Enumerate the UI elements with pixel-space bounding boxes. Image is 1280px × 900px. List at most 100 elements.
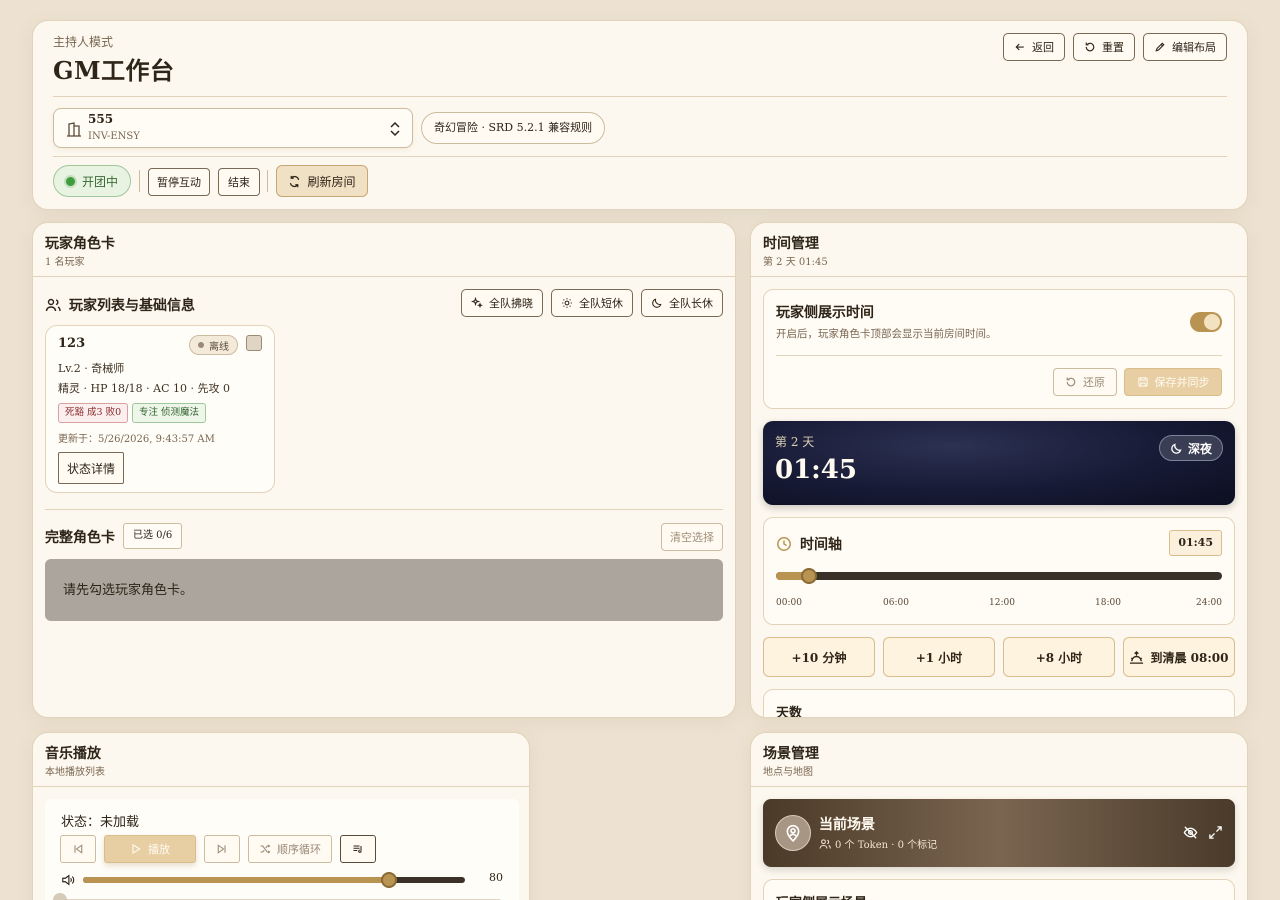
- back-button[interactable]: 返回: [1003, 33, 1065, 61]
- current-scene-title: 当前场景: [819, 817, 875, 833]
- music-panel: 音乐播放 本地播放列表 状态：未加载 播放 顺序循环 80: [32, 732, 530, 900]
- display-time-desc: 开启后，玩家角色卡顶部会显示当前房间时间。: [776, 328, 997, 340]
- header-divider: [53, 96, 1227, 97]
- timeline-tick: 06:00: [883, 598, 909, 608]
- music-subtitle: 本地播放列表: [45, 767, 105, 778]
- end-button[interactable]: 结束: [218, 168, 260, 196]
- selected-count-badge: 已选 0/6: [123, 523, 183, 549]
- shuffle-icon: [260, 844, 271, 854]
- status-label: 开团中: [82, 174, 119, 189]
- concentration-tag: 专注 侦测魔法: [132, 403, 207, 423]
- save-sync-button[interactable]: 保存并同步: [1124, 368, 1222, 396]
- volume-slider[interactable]: [83, 872, 465, 888]
- reset-label: 重置: [1102, 41, 1124, 54]
- timeline-tick: 24:00: [1196, 598, 1222, 608]
- time-panel: 时间管理 第 2 天 01:45 玩家侧展示时间 开启后，玩家角色卡顶部会显示当…: [750, 222, 1248, 718]
- sunrise-icon: [1130, 650, 1144, 664]
- display-time-title: 玩家侧展示时间: [776, 305, 874, 321]
- room-select[interactable]: 555 INV-ENSY: [53, 108, 413, 148]
- panel-divider: [33, 786, 529, 787]
- timeline-label: 时间轴: [800, 537, 842, 553]
- scenes-subtitle: 地点与地图: [763, 767, 813, 778]
- current-scene-card[interactable]: 当前场景 0 个 Token · 0 个标记: [763, 799, 1235, 867]
- days-card: 天数: [763, 689, 1235, 717]
- player-level-class: Lv.2 · 奇械师: [58, 362, 125, 375]
- mode-label: 主持人模式: [53, 35, 114, 49]
- to-dawn-button[interactable]: 到清晨 08:00: [1123, 637, 1235, 677]
- player-list-label: 玩家列表与基础信息: [69, 298, 195, 314]
- section-divider: [45, 509, 723, 510]
- previous-track-button[interactable]: [60, 835, 96, 863]
- pause-button[interactable]: 暂停互动: [148, 168, 210, 196]
- music-player: 状态：未加载 播放 顺序循环 80: [45, 799, 519, 900]
- player-name: 123: [58, 336, 86, 351]
- clear-selection-button[interactable]: 清空选择: [661, 523, 723, 551]
- playback-thumb[interactable]: [53, 893, 67, 900]
- play-label: 播放: [148, 843, 170, 856]
- rotate-ccw-icon: [1066, 377, 1076, 387]
- scene-meta: 0 个 Token · 0 个标记: [819, 836, 937, 851]
- play-button[interactable]: 播放: [104, 835, 196, 863]
- back-label: 返回: [1032, 41, 1054, 54]
- add-8-hours-button[interactable]: +8 小时: [1003, 637, 1115, 677]
- playlist-button[interactable]: [340, 835, 376, 863]
- full-sheet-title: 完整角色卡: [45, 530, 115, 546]
- arrow-left-icon: [1015, 43, 1024, 51]
- edit-layout-button[interactable]: 编辑布局: [1143, 33, 1227, 61]
- party-dawn-button[interactable]: 全队拂晓: [461, 289, 543, 317]
- volume-icon: [62, 874, 75, 886]
- players-panel: 玩家角色卡 1 名玩家 玩家列表与基础信息 全队拂晓 全队短休 全队长休 123…: [32, 222, 736, 718]
- party-short-rest-label: 全队短休: [579, 297, 623, 310]
- toggle-knob: [1204, 314, 1220, 330]
- card-divider: [776, 355, 1222, 356]
- timeline-title: 时间轴: [776, 534, 842, 554]
- eye-off-icon[interactable]: [1183, 825, 1198, 840]
- loop-mode-button[interactable]: 顺序循环: [248, 835, 332, 863]
- expand-icon[interactable]: [1208, 825, 1223, 840]
- empty-hint: 请先勾选玩家角色卡。: [45, 559, 723, 621]
- sun-icon: [562, 298, 572, 308]
- player-status-badge: 离线: [189, 335, 238, 355]
- loop-mode-label: 顺序循环: [277, 843, 321, 856]
- refresh-room-button[interactable]: 刷新房间: [276, 165, 368, 197]
- timeline-thumb[interactable]: [800, 568, 817, 584]
- next-track-button[interactable]: [204, 835, 240, 863]
- rotate-ccw-icon: [1085, 42, 1095, 52]
- clock-icon: [777, 537, 791, 551]
- timeline-slider[interactable]: [776, 568, 1222, 584]
- sparkles-icon: [471, 297, 483, 309]
- list-music-icon: [353, 845, 362, 853]
- display-time-toggle[interactable]: [1190, 312, 1222, 332]
- player-scene-card: 玩家侧展示场景: [763, 879, 1235, 900]
- separator: [139, 170, 140, 192]
- restore-button[interactable]: 还原: [1053, 368, 1117, 396]
- party-long-rest-label: 全队长休: [669, 297, 713, 310]
- player-select-checkbox[interactable]: [246, 335, 262, 351]
- player-stats: 精灵 · HP 18/18 · AC 10 · 先攻 0: [58, 382, 231, 395]
- timeline-tick: 12:00: [989, 598, 1015, 608]
- scene-meta-label: 0 个 Token · 0 个标记: [835, 840, 938, 851]
- party-long-rest-button[interactable]: 全队长休: [641, 289, 723, 317]
- panel-divider: [33, 276, 735, 277]
- timeline-tick: 18:00: [1095, 598, 1121, 608]
- reset-button[interactable]: 重置: [1073, 33, 1135, 61]
- day-label: 第 2 天: [775, 435, 815, 449]
- scenes-panel: 场景管理 地点与地图 当前场景 0 个 Token · 0 个标记 玩家侧展示场…: [750, 732, 1248, 900]
- phase-label: 深夜: [1187, 441, 1212, 456]
- party-short-rest-button[interactable]: 全队短休: [551, 289, 633, 317]
- users-icon: [819, 838, 831, 849]
- death-save-tag: 死豁 成3 败0: [58, 403, 129, 423]
- restore-label: 还原: [1083, 376, 1105, 389]
- status-detail-button[interactable]: 状态详情: [58, 452, 125, 484]
- add-1-hour-button[interactable]: +1 小时: [883, 637, 995, 677]
- time-subtitle: 第 2 天 01:45: [763, 257, 828, 268]
- add-10-minutes-button[interactable]: +10 分钟: [763, 637, 875, 677]
- moon-icon: [1171, 442, 1182, 454]
- chevron-up-down-icon: [390, 121, 400, 137]
- player-card[interactable]: 123 离线 Lv.2 · 奇械师 精灵 · HP 18/18 · AC 10 …: [45, 325, 275, 493]
- users-icon: [45, 298, 61, 312]
- volume-thumb[interactable]: [380, 872, 397, 888]
- player-status-label: 离线: [209, 341, 229, 353]
- save-sync-label: 保存并同步: [1154, 376, 1210, 389]
- volume-fill: [83, 877, 389, 883]
